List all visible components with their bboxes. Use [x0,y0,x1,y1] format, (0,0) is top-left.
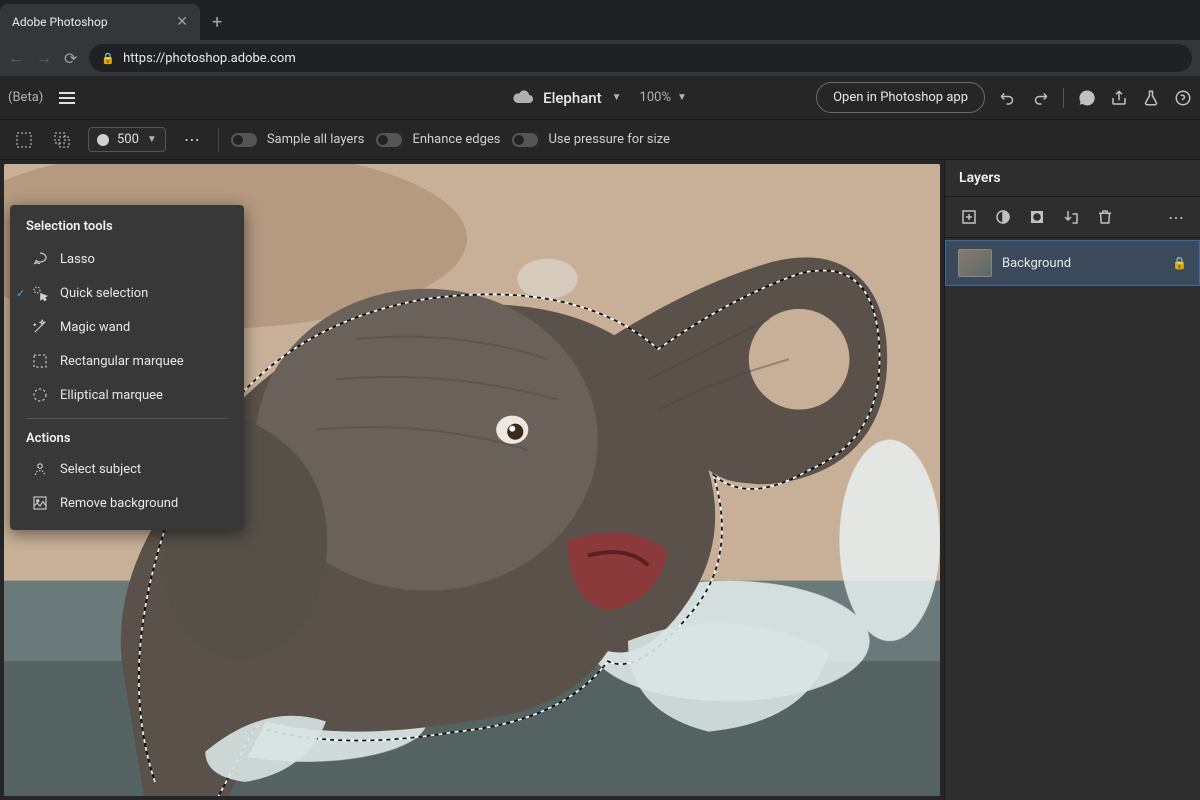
tool-magic-wand[interactable]: Magic wand [10,310,244,344]
comment-icon[interactable] [1078,89,1096,107]
beta-label: (Beta) [8,90,43,105]
tool-lasso[interactable]: Lasso [10,242,244,276]
layer-thumbnail [958,249,992,277]
action-remove-background[interactable]: Remove background [10,486,244,520]
mask-icon[interactable] [1023,203,1051,231]
document-name[interactable]: Elephant [543,89,602,107]
brush-size-value: 500 [117,132,139,147]
more-icon[interactable]: ⋯ [178,130,206,149]
brush-dot-icon [97,134,109,146]
share-icon[interactable] [1110,89,1128,107]
magic-wand-icon [30,317,50,337]
browser-tab-strip: Adobe Photoshop ✕ + [0,0,1200,40]
lock-icon: 🔒 [101,52,115,65]
new-tab-button[interactable]: + [200,4,234,40]
tool-quick-selection[interactable]: ✓ Quick selection [10,276,244,310]
add-layer-icon[interactable] [955,203,983,231]
back-icon[interactable]: ← [8,48,24,68]
url-text: https://photoshop.adobe.com [123,51,296,66]
check-icon: ✓ [16,287,25,300]
action-label: Remove background [60,496,178,511]
close-icon[interactable]: ✕ [176,14,188,30]
layers-header: Layers [945,160,1200,196]
open-in-app-button[interactable]: Open in Photoshop app [816,82,985,113]
lock-icon[interactable]: 🔒 [1172,256,1187,270]
tool-label: Lasso [60,252,95,267]
tool-rectangular-marquee[interactable]: Rectangular marquee [10,344,244,378]
app-topbar: (Beta) Elephant ▼ 100% ▼ Open in Photosh… [0,76,1200,120]
redo-icon[interactable] [1031,89,1049,107]
select-subtract-icon[interactable] [48,126,76,154]
lasso-icon [30,249,50,269]
zoom-control[interactable]: 100% ▼ [640,90,687,105]
url-bar[interactable]: 🔒 https://photoshop.adobe.com [89,44,1192,72]
reload-icon[interactable]: ⟳ [64,49,77,68]
action-select-subject[interactable]: Select subject [10,452,244,486]
cloud-icon [513,88,533,107]
layer-row[interactable]: Background 🔒 [945,240,1200,286]
zoom-value: 100% [640,90,671,105]
main-area: Selection tools Lasso ✓ Quick selection … [0,160,1200,800]
chevron-down-icon: ▼ [677,92,687,103]
canvas-wrap: Selection tools Lasso ✓ Quick selection … [0,160,944,800]
elliptical-marquee-icon [30,385,50,405]
more-icon[interactable]: ⋯ [1162,203,1190,231]
divider [26,418,228,419]
tool-label: Magic wand [60,320,130,335]
adjustment-layer-icon[interactable] [989,203,1017,231]
tool-label: Elliptical marquee [60,388,163,403]
layers-toolbar: ⋯ [945,196,1200,238]
quick-selection-icon [30,283,50,303]
selection-tools-flyout: Selection tools Lasso ✓ Quick selection … [10,205,244,530]
tool-label: Rectangular marquee [60,354,184,369]
delete-icon[interactable] [1091,203,1119,231]
undo-icon[interactable] [999,89,1017,107]
toggle-label: Enhance edges [412,132,500,147]
toggle-label: Sample all layers [267,132,365,147]
enhance-edges-toggle[interactable] [376,133,402,147]
brush-size-control[interactable]: 500 ▼ [88,127,166,152]
tool-elliptical-marquee[interactable]: Elliptical marquee [10,378,244,412]
tool-label: Quick selection [60,286,148,301]
sample-all-layers-toggle[interactable] [231,133,257,147]
rectangular-marquee-icon [30,351,50,371]
chevron-down-icon: ▼ [147,134,157,145]
layer-name: Background [1002,256,1071,271]
tab-title: Adobe Photoshop [12,15,108,29]
browser-nav-bar: ← → ⟳ 🔒 https://photoshop.adobe.com [0,40,1200,76]
action-label: Select subject [60,462,141,477]
menu-icon[interactable] [55,88,79,108]
flask-icon[interactable] [1142,89,1160,107]
forward-icon[interactable]: → [36,48,52,68]
actions-header: Actions [10,425,244,452]
browser-tab[interactable]: Adobe Photoshop ✕ [0,4,200,40]
clip-icon[interactable] [1057,203,1085,231]
chevron-down-icon[interactable]: ▼ [612,92,622,103]
options-bar: 500 ▼ ⋯ Sample all layers Enhance edges … [0,120,1200,160]
select-add-icon[interactable] [10,126,38,154]
help-icon[interactable] [1174,89,1192,107]
layers-panel: Layers ⋯ Background 🔒 [944,160,1200,800]
remove-background-icon [30,493,50,513]
use-pressure-toggle[interactable] [512,133,538,147]
select-subject-icon [30,459,50,479]
divider [218,128,219,152]
toggle-label: Use pressure for size [548,132,669,147]
flyout-header: Selection tools [10,215,244,242]
document-title-group: Elephant ▼ 100% ▼ [513,88,687,107]
